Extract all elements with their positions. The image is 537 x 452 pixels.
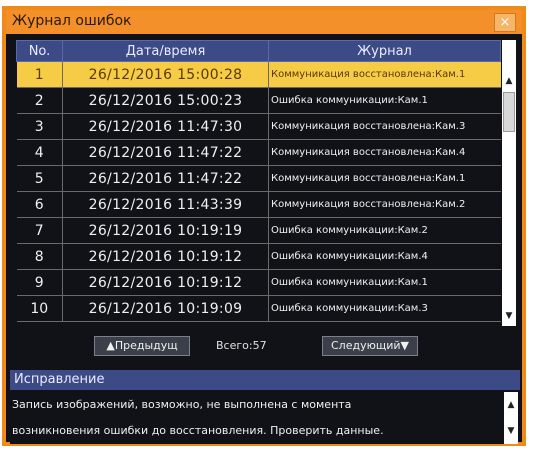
error-log-window: Журнал ошибок × No. Дата/время Журнал 12… (2, 6, 526, 446)
scroll-up-icon[interactable]: ▲ (502, 74, 516, 88)
row-number-cell: 6 (16, 191, 63, 218)
title-bar: Журнал ошибок × (6, 10, 522, 34)
correction-description: Запись изображений, возможно, не выполне… (10, 392, 506, 444)
row-number-cell: 10 (16, 295, 63, 322)
table-row[interactable]: 6 26/12/2016 11:43:39 Коммуникация восстан… (16, 191, 501, 218)
description-scrollbar[interactable]: ▲ ▼ (504, 392, 518, 444)
scroll-up-icon[interactable]: ▲ (504, 400, 518, 410)
table-row[interactable]: 7 26/12/2016 10:19:19 Ошибка коммуникации:… (16, 217, 501, 244)
row-number-cell: 9 (16, 269, 63, 296)
row-number-cell: 3 (16, 113, 63, 140)
row-datetime-cell: 26/12/2016 15:00:23 (62, 87, 269, 114)
row-number-cell: 5 (16, 165, 63, 192)
table-row[interactable]: 5 26/12/2016 11:47:22 Коммуникация восстан… (16, 165, 501, 192)
row-message-cell: Ошибка коммуникации:Кам.4 (268, 243, 501, 270)
row-message-cell: Ошибка коммуникации:Кам.2 (268, 217, 501, 244)
total-count: Всего:57 (216, 339, 267, 352)
table-row[interactable]: 2 26/12/2016 15:00:23 Ошибка коммуникации:… (16, 87, 501, 114)
window-title: Журнал ошибок (12, 13, 132, 29)
description-line-2: возникновения ошибки до восстановления. … (12, 424, 384, 437)
row-message-cell: Ошибка коммуникации:Кам.1 (268, 269, 501, 296)
row-datetime-cell: 26/12/2016 11:47:30 (62, 113, 269, 140)
row-number-cell: 7 (16, 217, 63, 244)
row-datetime-cell: 26/12/2016 10:19:09 (62, 295, 269, 322)
table-row[interactable]: 10 26/12/2016 10:19:09 Ошибка коммуникации… (16, 295, 501, 322)
description-line-1: Запись изображений, возможно, не выполне… (12, 398, 352, 411)
row-datetime-cell: 26/12/2016 11:47:22 (62, 139, 269, 166)
row-message-cell: Коммуникация восстановлена:Кам.2 (268, 191, 501, 218)
previous-button[interactable]: ▲Предыдущ (94, 336, 190, 356)
row-message-cell: Коммуникация восстановлена:Кам.1 (268, 61, 501, 88)
table-row[interactable]: 8 26/12/2016 10:19:12 Ошибка коммуникации:… (16, 243, 501, 270)
column-header-log: Журнал (268, 40, 501, 62)
row-datetime-cell: 26/12/2016 10:19:19 (62, 217, 269, 244)
row-datetime-cell: 26/12/2016 10:19:12 (62, 243, 269, 270)
column-header-datetime: Дата/время (62, 40, 269, 62)
row-datetime-cell: 26/12/2016 10:19:12 (62, 269, 269, 296)
table-row[interactable]: 9 26/12/2016 10:19:12 Ошибка коммуникации:… (16, 269, 501, 296)
row-message-cell: Ошибка коммуникации:Кам.1 (268, 87, 501, 114)
correction-section-header: Исправление (10, 370, 520, 390)
row-number-cell: 1 (16, 61, 63, 88)
row-message-cell: Ошибка коммуникации:Кам.3 (268, 295, 501, 322)
log-table: No. Дата/время Журнал 1 26/12/2016 15:00:… (16, 40, 501, 322)
row-datetime-cell: 26/12/2016 11:47:22 (62, 165, 269, 192)
scrollbar-thumb[interactable] (503, 92, 515, 132)
scroll-down-icon[interactable]: ▼ (504, 426, 518, 436)
row-message-cell: Коммуникация восстановлена:Кам.3 (268, 113, 501, 140)
next-button[interactable]: Следующий▼ (322, 336, 418, 356)
row-datetime-cell: 26/12/2016 15:00:28 (62, 61, 269, 88)
correction-section-title: Исправление (14, 372, 105, 387)
row-message-cell: Коммуникация восстановлена:Кам.4 (268, 139, 501, 166)
row-number-cell: 4 (16, 139, 63, 166)
pagination-bar: ▲Предыдущ Всего:57 Следующий▼ (16, 332, 500, 360)
scroll-down-icon[interactable]: ▼ (502, 308, 516, 324)
column-header-no: No. (16, 40, 63, 62)
row-message-cell: Коммуникация восстановлена:Кам.1 (268, 165, 501, 192)
table-row[interactable]: 4 26/12/2016 11:47:22 Коммуникация восстан… (16, 139, 501, 166)
table-scrollbar[interactable]: ▲ ▼ (502, 40, 516, 326)
table-row[interactable]: 1 26/12/2016 15:00:28 Коммуникация восстан… (16, 61, 501, 88)
row-datetime-cell: 26/12/2016 11:43:39 (62, 191, 269, 218)
table-row[interactable]: 3 26/12/2016 11:47:30 Коммуникация восстан… (16, 113, 501, 140)
close-icon[interactable]: × (494, 13, 516, 32)
table-header-row: No. Дата/время Журнал (16, 40, 501, 62)
row-number-cell: 8 (16, 243, 63, 270)
row-number-cell: 2 (16, 87, 63, 114)
